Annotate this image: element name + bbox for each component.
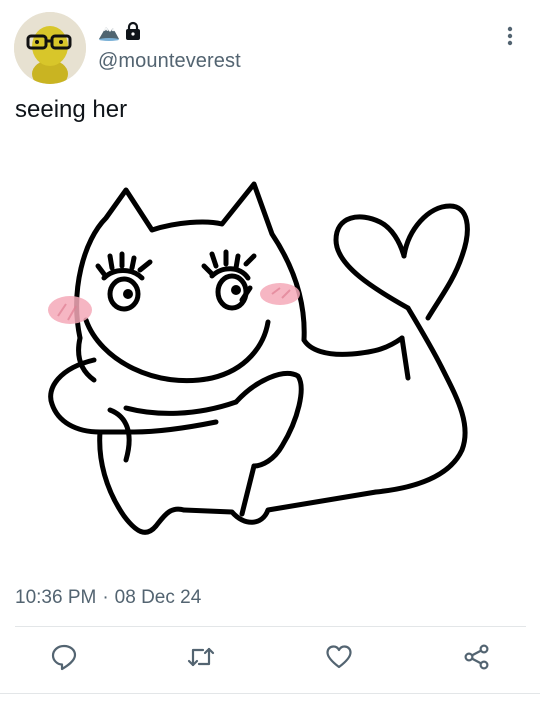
action-bar (0, 643, 540, 676)
avatar[interactable] (14, 12, 86, 84)
like-button[interactable] (324, 644, 354, 674)
retweet-icon (186, 643, 216, 676)
display-name (98, 20, 142, 42)
more-options-icon[interactable] (498, 22, 522, 50)
retweet-button[interactable] (186, 644, 216, 674)
tweet-time: 10:36 PM (15, 587, 97, 608)
like-icon (325, 643, 353, 676)
tweet-timestamp[interactable]: 10:36 PM · 08 Dec 24 (15, 587, 201, 609)
share-button[interactable] (462, 643, 492, 676)
divider (0, 693, 540, 694)
divider (15, 626, 526, 627)
mountain-icon (98, 21, 120, 41)
reply-icon (50, 643, 78, 676)
tweet-text: seeing her (15, 96, 128, 123)
share-icon (463, 643, 491, 676)
tweet-image[interactable] (36, 170, 506, 560)
timestamp-separator: · (102, 587, 109, 608)
tweet-date: 08 Dec 24 (114, 587, 202, 608)
lock-icon (124, 21, 142, 41)
user-handle[interactable]: @mounteverest (98, 50, 241, 73)
reply-button[interactable] (49, 644, 79, 674)
